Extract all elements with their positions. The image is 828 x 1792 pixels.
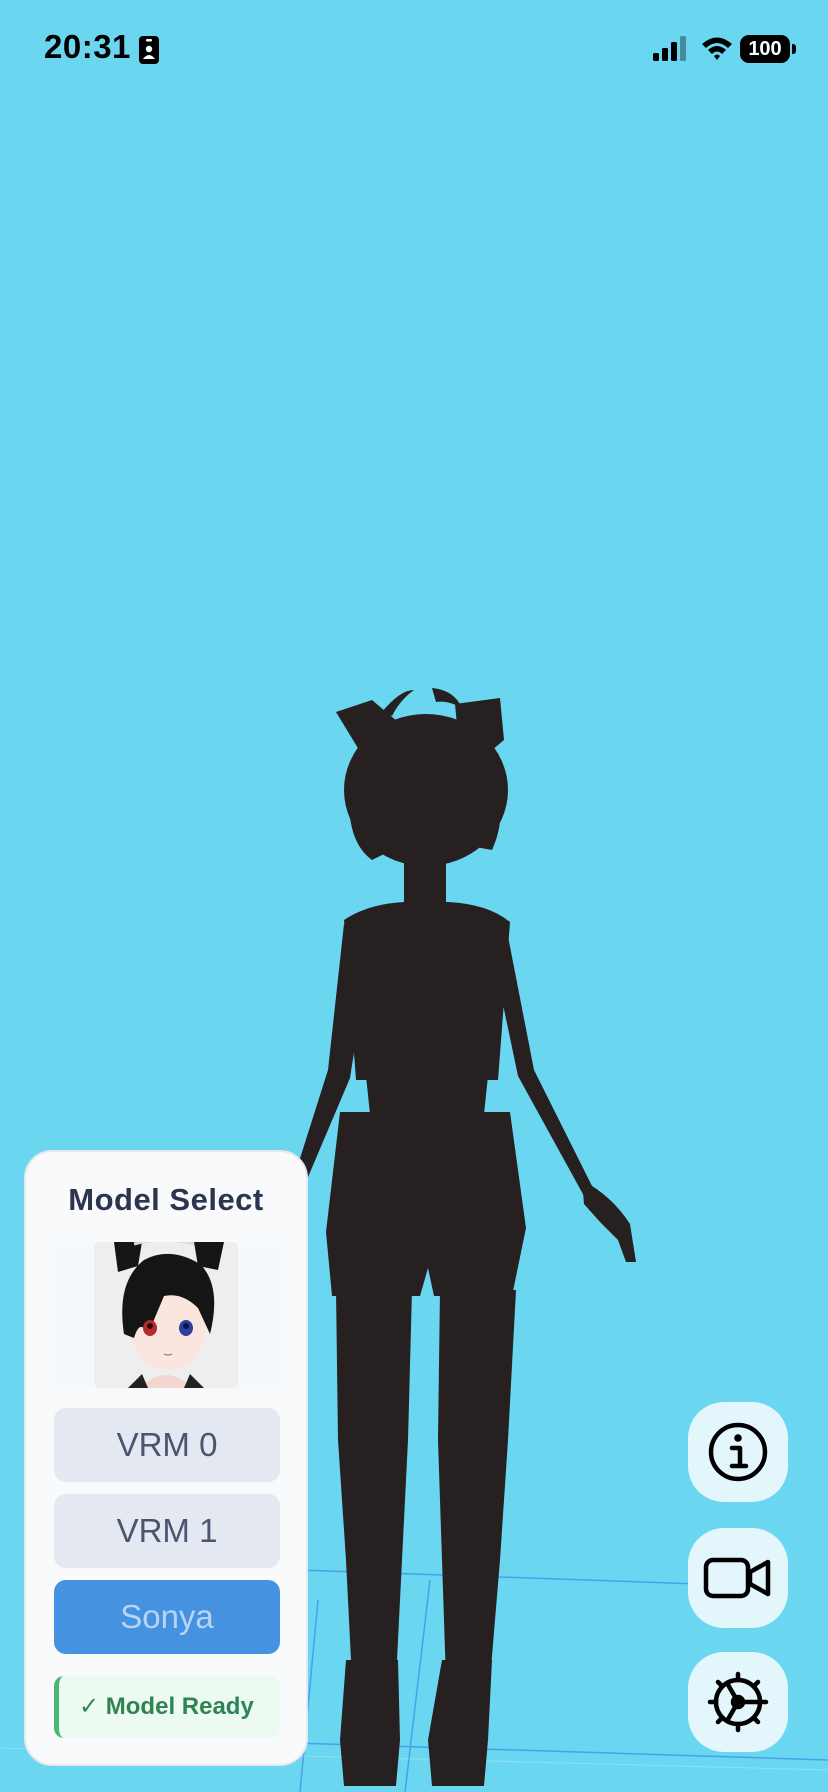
model-status-badge: ✓ Model Ready bbox=[54, 1676, 280, 1738]
status-time: 20:31 bbox=[44, 28, 131, 65]
battery-nub bbox=[792, 44, 796, 54]
wifi-icon bbox=[702, 37, 732, 60]
video-camera-icon bbox=[703, 1557, 771, 1599]
settings-button[interactable] bbox=[688, 1652, 788, 1752]
vrm-viewport[interactable]: 20:31 100 Model Select VRM 0 VRM 1 Sonya… bbox=[0, 0, 828, 1792]
model-thumbnail-image bbox=[94, 1242, 238, 1388]
model-button-vrm0[interactable]: VRM 0 bbox=[54, 1408, 280, 1482]
info-icon bbox=[708, 1422, 768, 1482]
model-select-panel: Model Select VRM 0 VRM 1 Sonya ✓ Model R… bbox=[24, 1150, 308, 1766]
id-card-icon bbox=[139, 36, 159, 64]
model-thumbnail bbox=[94, 1242, 238, 1388]
panel-title: Model Select bbox=[68, 1182, 264, 1217]
model-button-vrm1[interactable]: VRM 1 bbox=[54, 1494, 280, 1568]
settings-gear-icon bbox=[707, 1671, 769, 1733]
video-camera-button[interactable] bbox=[688, 1528, 788, 1628]
battery-level: 100 bbox=[740, 35, 790, 63]
cellular-signal-icon bbox=[653, 36, 686, 61]
battery-icon: 100 bbox=[740, 35, 796, 63]
model-button-sonya[interactable]: Sonya bbox=[54, 1580, 280, 1654]
info-button[interactable] bbox=[688, 1402, 788, 1502]
